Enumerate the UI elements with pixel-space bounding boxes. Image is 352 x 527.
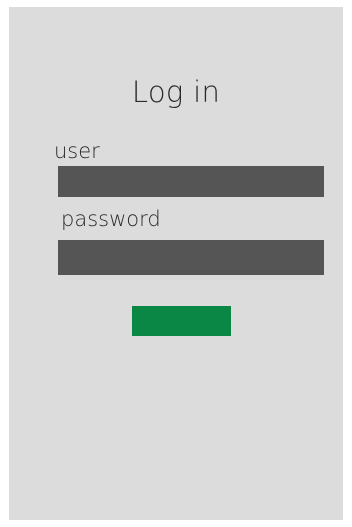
login-button[interactable] bbox=[132, 306, 231, 336]
login-screen: Log in user password bbox=[9, 7, 343, 520]
user-label: user bbox=[54, 139, 100, 163]
password-input[interactable] bbox=[58, 240, 324, 275]
password-label: password bbox=[61, 207, 161, 231]
page-title: Log in bbox=[131, 75, 221, 109]
user-input[interactable] bbox=[58, 166, 324, 197]
